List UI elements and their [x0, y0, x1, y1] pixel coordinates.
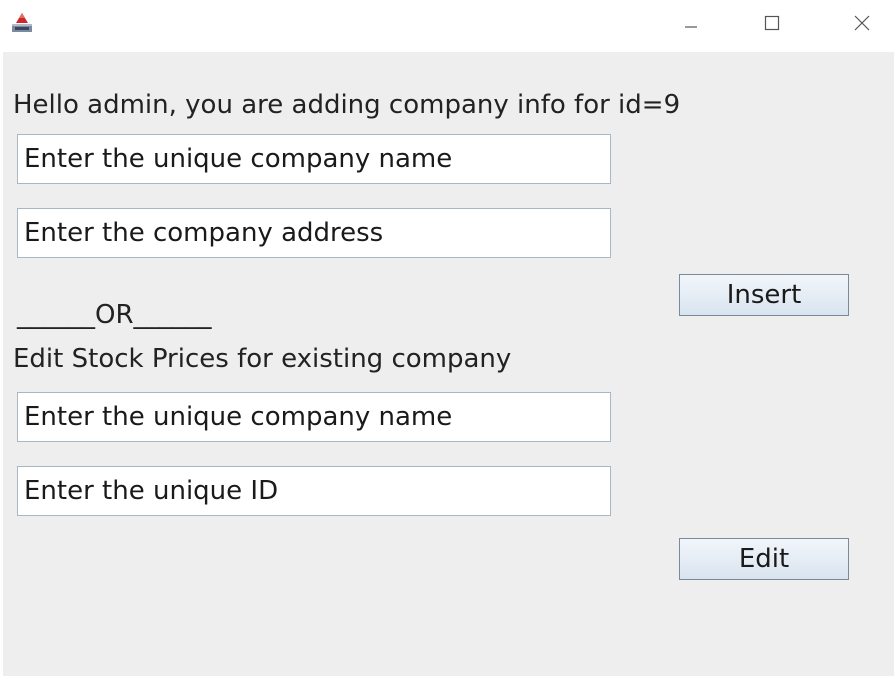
- edit-company-name-field[interactable]: Enter the unique company name: [17, 392, 611, 442]
- edit-button[interactable]: Edit: [679, 538, 849, 580]
- unique-id-field[interactable]: Enter the unique ID: [17, 466, 611, 516]
- close-button[interactable]: [836, 0, 888, 46]
- minimize-icon: [683, 15, 699, 31]
- maximize-button[interactable]: [746, 0, 798, 46]
- insert-button[interactable]: Insert: [679, 274, 849, 316]
- greeting-label: Hello admin, you are adding company info…: [13, 90, 681, 120]
- edit-section-heading: Edit Stock Prices for existing company: [13, 344, 512, 374]
- maximize-icon: [763, 14, 781, 32]
- company-address-field[interactable]: Enter the company address: [17, 208, 611, 258]
- insert-company-name-field[interactable]: Enter the unique company name: [17, 134, 611, 184]
- minimize-button[interactable]: [665, 0, 717, 46]
- or-separator: ______OR______: [17, 300, 212, 330]
- java-app-icon: [11, 11, 33, 33]
- form-panel: Hello admin, you are adding company info…: [3, 52, 894, 676]
- close-icon: [853, 14, 871, 32]
- title-bar: [0, 0, 894, 50]
